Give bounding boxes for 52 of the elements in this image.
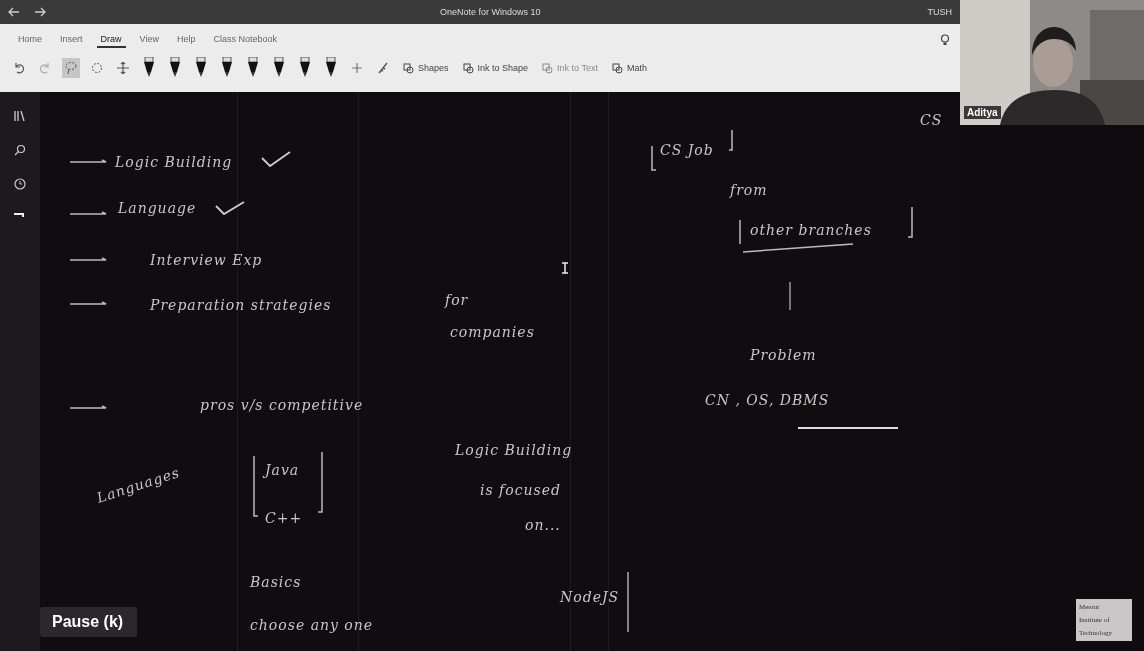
lasso-select-icon[interactable]: [62, 58, 80, 78]
shapes-icon: [611, 62, 623, 74]
ink-note: Problem: [750, 347, 817, 363]
shapes-icon: [542, 62, 554, 74]
ink-note: for: [445, 292, 469, 308]
ribbon-tab[interactable]: Class Notebook: [209, 32, 281, 48]
pause-tooltip: Pause (k): [40, 607, 138, 637]
ink-note: choose any one: [250, 617, 374, 633]
back-icon[interactable]: [8, 7, 20, 17]
ink-bracket: [651, 145, 657, 171]
ink-note: C++: [265, 510, 303, 526]
ink-note: CS: [920, 112, 943, 128]
ink-note: NodeJS: [560, 589, 620, 605]
participant-name: Aditya: [964, 106, 1001, 119]
ink-note: Logic Building: [455, 442, 573, 458]
ink-note: other branches: [750, 222, 872, 238]
ink-note: pros v/s competitive: [200, 397, 364, 413]
ribbon-tab[interactable]: Home: [14, 32, 46, 48]
search-icon[interactable]: [14, 144, 26, 156]
toolbar-button[interactable]: Ink to Shape: [459, 60, 532, 76]
add-space-icon[interactable]: [114, 59, 132, 77]
ribbon-tab[interactable]: View: [135, 32, 163, 48]
ink-note: Basics: [250, 574, 302, 590]
ink-line: [789, 281, 791, 311]
shapes-icon: [462, 62, 474, 74]
ink-note: Preparation strategies: [150, 297, 332, 313]
ribbon-tab[interactable]: Help: [172, 32, 200, 48]
toolbar-button[interactable]: Shapes: [400, 60, 452, 76]
ink-note: Interview Exp: [150, 252, 263, 268]
ribbon-tab[interactable]: Draw: [96, 32, 126, 48]
ink-note: CS Job: [660, 142, 714, 158]
ribbon-tab[interactable]: Insert: [56, 32, 87, 48]
ink-bracket: [728, 129, 733, 151]
ink-checkmark: [215, 201, 245, 216]
toolbar-button[interactable]: Math: [608, 60, 650, 76]
user-name: TUSH: [927, 7, 952, 17]
ink-note: from: [730, 182, 768, 198]
ink-checkmark: [261, 151, 291, 168]
text-cursor-icon: [562, 262, 568, 274]
ink-note: companies: [450, 324, 535, 340]
ink-note: Logic Building: [115, 154, 233, 170]
ink-note: on...: [525, 517, 561, 533]
ink-bracket: [907, 206, 913, 238]
forward-icon[interactable]: [34, 7, 46, 17]
notebooks-icon[interactable]: [14, 110, 26, 122]
ink-note: CN , OS, DBMS: [705, 392, 830, 408]
lightbulb-icon[interactable]: [940, 34, 950, 46]
recent-icon[interactable]: [14, 178, 26, 190]
ink-note: is focused: [480, 482, 561, 498]
window-title: OneNote for Windows 10: [439, 7, 542, 17]
shapes-icon: [403, 62, 414, 74]
ink-note: Language: [118, 200, 197, 216]
